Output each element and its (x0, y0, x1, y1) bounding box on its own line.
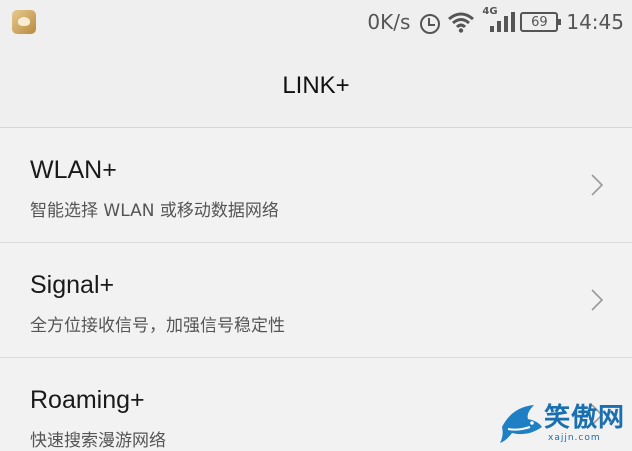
status-bar: 0K/s 4G 69 14:45 (0, 0, 632, 44)
battery-icon: 69 (520, 12, 562, 32)
shark-logo-icon (500, 405, 542, 443)
net-speed: 0K/s (367, 10, 411, 34)
list-item-wlan-plus[interactable]: WLAN+ 智能选择 WLAN 或移动数据网络 (0, 128, 632, 243)
item-subtitle: 快速搜索漫游网络 (30, 431, 166, 451)
chevron-right-icon (591, 289, 604, 311)
item-subtitle: 智能选择 WLAN 或移动数据网络 (30, 201, 279, 221)
battery-level: 69 (531, 14, 548, 30)
wifi-icon (448, 12, 475, 33)
watermark-url: xajjn.com (548, 433, 601, 443)
list-item-signal-plus[interactable]: Signal+ 全方位接收信号，加强信号稳定性 (0, 243, 632, 358)
clock: 14:45 (566, 10, 624, 34)
item-title: Roaming+ (30, 386, 145, 414)
item-subtitle: 全方位接收信号，加强信号稳定性 (30, 316, 285, 336)
item-title: WLAN+ (30, 156, 117, 184)
page-title: LINK+ (282, 71, 350, 99)
status-indicators: 0K/s 4G 69 14:45 (367, 6, 624, 36)
chevron-right-icon (591, 174, 604, 196)
item-title: Signal+ (30, 271, 115, 299)
alarm-icon (418, 11, 441, 34)
watermark-text: 笑傲网 (544, 403, 626, 433)
cellular-signal: 4G (482, 6, 516, 34)
app-icon (12, 10, 36, 34)
watermark: 笑傲网 xajjn.com (498, 395, 628, 451)
header: LINK+ (0, 44, 632, 128)
signal-icon (490, 12, 516, 32)
